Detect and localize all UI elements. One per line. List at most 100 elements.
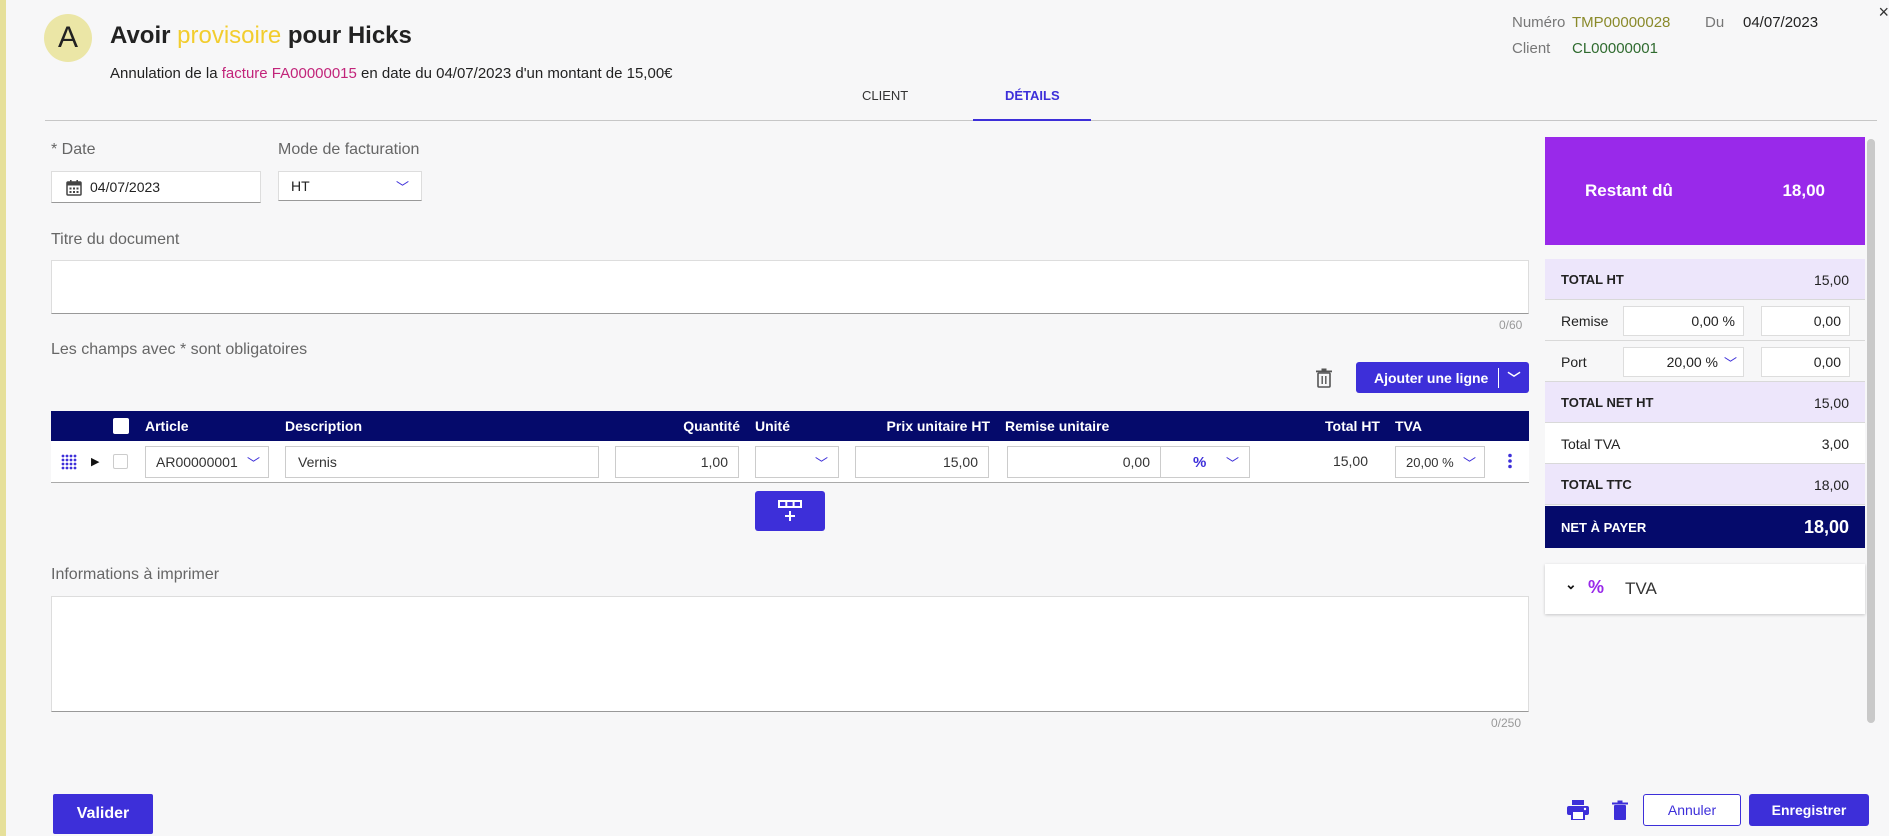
- total-tva-label: Total TVA: [1561, 436, 1621, 452]
- drag-handle-icon[interactable]: [61, 454, 77, 473]
- expand-arrow-icon[interactable]: ▶: [91, 455, 99, 468]
- total-tva-value: 3,00: [1821, 436, 1849, 452]
- article-value: AR00000001: [156, 454, 238, 470]
- col-description: Description: [285, 418, 363, 434]
- numero-label: Numéro: [1512, 14, 1566, 31]
- date-value: 04/07/2023: [90, 179, 161, 195]
- remise-row: Remise 0,00 % 0,00: [1545, 300, 1865, 341]
- select-all-checkbox[interactable]: [113, 418, 129, 434]
- remise-amount-input[interactable]: 0,00: [1761, 306, 1850, 336]
- col-total: Total HT: [1325, 418, 1380, 434]
- port-label: Port: [1561, 354, 1587, 370]
- tva-value: 20,00 %: [1406, 454, 1454, 470]
- remise-type-select[interactable]: % ﹀: [1160, 446, 1250, 478]
- percent-icon: %: [1588, 577, 1605, 597]
- col-quantite: Quantité: [683, 418, 740, 434]
- total-ttc-value: 18,00: [1813, 477, 1849, 493]
- article-select[interactable]: AR00000001 ﹀: [145, 446, 269, 478]
- tab-details[interactable]: DÉTAILS: [1005, 88, 1060, 103]
- subtitle-prefix: Annulation de la: [110, 65, 222, 82]
- total-net-ht-row: TOTAL NET HT 15,00: [1545, 382, 1865, 423]
- delete-icon[interactable]: [1612, 800, 1628, 823]
- du-value: 04/07/2023: [1743, 14, 1819, 31]
- mandatory-note: Les champs avec * sont obligatoires: [51, 341, 308, 358]
- add-row-icon: [777, 497, 803, 526]
- col-tva: TVA: [1395, 418, 1422, 434]
- titre-input[interactable]: [51, 260, 1529, 314]
- infos-textarea[interactable]: [51, 596, 1529, 712]
- quantite-value: 1,00: [700, 454, 728, 470]
- tva-select[interactable]: 20,00 % ﹀: [1395, 446, 1485, 478]
- unite-select[interactable]: ﹀: [755, 446, 839, 478]
- chevron-down-icon: ﹀: [1723, 355, 1737, 371]
- active-tab-indicator: [973, 119, 1091, 121]
- date-label: * Date: [51, 141, 96, 158]
- net-payer-value: 18,00: [1803, 517, 1849, 537]
- chevron-down-icon: ﹀: [246, 455, 260, 471]
- prix-input[interactable]: 15,00: [855, 446, 989, 478]
- remise-input[interactable]: 0,00: [1007, 446, 1161, 478]
- subtitle-suffix: en date du 04/07/2023 d'un montant de 15…: [356, 65, 673, 82]
- chevron-down-icon[interactable]: ﹀: [1499, 368, 1529, 387]
- description-input[interactable]: Vernis: [285, 446, 599, 478]
- add-line-label: Ajouter une ligne: [1374, 369, 1489, 386]
- total-net-ht-label: TOTAL NET HT: [1561, 395, 1654, 410]
- remise-pct-value: 0,00 %: [1691, 313, 1735, 329]
- description-value: Vernis: [298, 454, 337, 470]
- chevron-down-icon: ﹀: [814, 455, 828, 471]
- date-field[interactable]: 04/07/2023: [51, 171, 261, 203]
- restant-label: Restant dû: [1585, 181, 1673, 200]
- tva-section[interactable]: ⌄ % TVA: [1545, 564, 1865, 614]
- prix-value: 15,00: [942, 454, 978, 470]
- row-checkbox[interactable]: [113, 454, 128, 469]
- trash-icon[interactable]: [1316, 368, 1332, 391]
- col-remise: Remise unitaire: [1005, 418, 1110, 434]
- print-icon[interactable]: [1567, 800, 1589, 823]
- tabs-divider: [45, 120, 1877, 121]
- add-line-button[interactable]: Ajouter une ligne ﹀: [1356, 362, 1529, 393]
- port-amount-value: 0,00: [1813, 354, 1841, 370]
- du-label: Du: [1705, 14, 1725, 31]
- titre-label: Titre du document: [51, 231, 180, 248]
- titre-counter: 0/60: [1499, 318, 1523, 332]
- client-label: Client: [1512, 40, 1551, 57]
- chevron-down-icon: ﹀: [395, 179, 409, 195]
- enregistrer-button[interactable]: Enregistrer: [1749, 794, 1869, 826]
- chevron-down-icon[interactable]: ⌄: [1565, 576, 1577, 593]
- restant-value: 18,00: [1782, 181, 1825, 200]
- col-unite: Unité: [755, 418, 790, 434]
- net-payer-label: NET À PAYER: [1561, 520, 1647, 535]
- valider-button[interactable]: Valider: [53, 794, 153, 834]
- total-ttc-label: TOTAL TTC: [1561, 477, 1632, 492]
- calendar-icon[interactable]: [66, 179, 82, 196]
- quantite-input[interactable]: 1,00: [615, 446, 739, 478]
- close-icon[interactable]: ×: [1878, 2, 1889, 23]
- total-ht-value: 15,00: [1332, 453, 1368, 469]
- mode-value: HT: [291, 178, 310, 194]
- page-title: Avoir provisoire pour Hicks: [110, 22, 412, 50]
- remise-pct-input[interactable]: 0,00 %: [1623, 306, 1744, 336]
- annuler-button[interactable]: Annuler: [1643, 794, 1741, 826]
- chevron-down-icon: ﹀: [1225, 455, 1239, 471]
- col-prix: Prix unitaire HT: [886, 418, 990, 434]
- more-vertical-icon[interactable]: [1507, 453, 1513, 472]
- net-a-payer-row: NET À PAYER 18,00: [1545, 506, 1865, 548]
- tva-section-label: TVA: [1625, 579, 1657, 598]
- remise-amount-value: 0,00: [1813, 313, 1841, 329]
- scrollbar-thumb[interactable]: [1867, 139, 1875, 723]
- invoice-link[interactable]: facture FA00000015: [222, 65, 357, 82]
- mode-select[interactable]: HT ﹀: [278, 171, 422, 201]
- infos-counter: 0/250: [1491, 716, 1522, 730]
- title-status: provisoire: [177, 22, 282, 49]
- infos-label: Informations à imprimer: [51, 566, 220, 583]
- tab-client[interactable]: CLIENT: [862, 88, 908, 103]
- port-amount-input[interactable]: 0,00: [1761, 347, 1850, 377]
- total-net-ht-value: 15,00: [1813, 395, 1849, 411]
- port-row: Port 20,00 % ﹀ 0,00: [1545, 341, 1865, 382]
- restant-du-card: Restant dû 18,00: [1545, 137, 1865, 245]
- chevron-down-icon: ﹀: [1462, 455, 1476, 471]
- title-prefix: Avoir: [110, 22, 178, 49]
- total-ht-label: TOTAL HT: [1561, 272, 1624, 287]
- add-row-button[interactable]: [755, 491, 825, 531]
- port-pct-select[interactable]: 20,00 % ﹀: [1623, 347, 1744, 377]
